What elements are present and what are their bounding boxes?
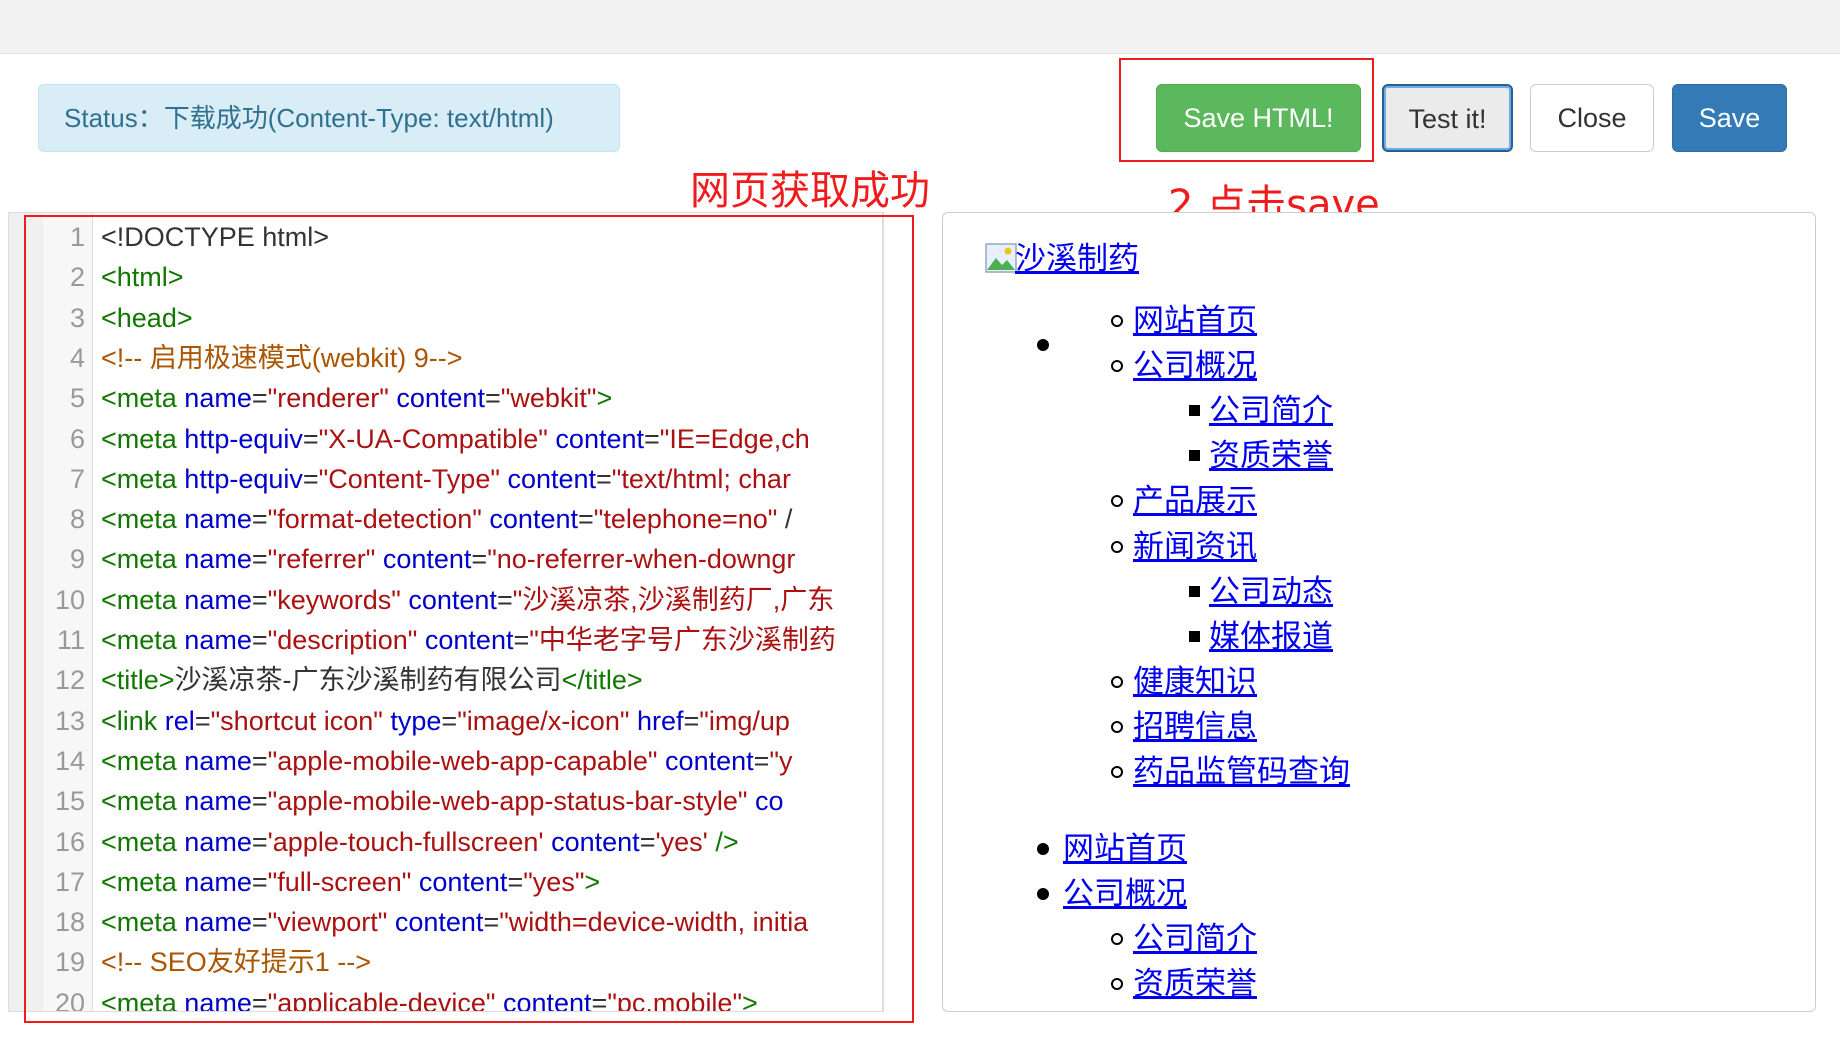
html-preview-panel: 沙溪制药 网站首页 公司概况 公司简介 资质荣誉 产品展示 新闻资讯 公司动态 媒体报道 健康知… <box>942 212 1816 1012</box>
annotation-box-save-html <box>1119 58 1374 162</box>
preview-nav-link[interactable]: 招聘信息 <box>1133 707 1257 747</box>
preview-nav-link[interactable]: 公司概况 <box>1133 346 1257 386</box>
bullet-circle <box>1111 495 1123 508</box>
bullet-square <box>1189 630 1200 642</box>
test-it-button[interactable]: Test it! <box>1382 84 1513 152</box>
preview-nav-link[interactable]: 健康知识 <box>1133 662 1257 702</box>
bullet-disc <box>1037 887 1049 900</box>
bullet-disc <box>1037 339 1049 351</box>
bullet-circle <box>1111 932 1123 945</box>
bullet-square <box>1189 405 1200 417</box>
bullet-square <box>1189 585 1200 597</box>
bullet-circle <box>1111 977 1123 990</box>
preview-nav-link[interactable]: 媒体报道 <box>1209 617 1333 657</box>
preview-nav-link[interactable]: 公司动态 <box>1209 572 1333 612</box>
bullet-square <box>1189 450 1200 462</box>
bullet-circle <box>1111 540 1123 553</box>
preview-nav-link[interactable]: 网站首页 <box>1063 829 1187 869</box>
save-button[interactable]: Save <box>1672 84 1787 152</box>
logo-link[interactable]: 沙溪制药 <box>1015 239 1139 279</box>
preview-nav-link[interactable]: 药品监管码查询 <box>1133 752 1350 792</box>
close-button[interactable]: Close <box>1530 84 1654 152</box>
bullet-disc <box>1037 842 1049 855</box>
broken-image-icon <box>985 243 1017 273</box>
bullet-circle <box>1111 360 1123 373</box>
bullet-circle <box>1111 720 1123 733</box>
preview-nav-link[interactable]: 资质荣誉 <box>1209 436 1333 476</box>
preview-nav-link[interactable]: 公司简介 <box>1133 919 1257 959</box>
preview-nav-link[interactable]: 公司概况 <box>1063 874 1187 914</box>
bullet-circle <box>1111 315 1123 327</box>
annotation-box-editor <box>24 215 914 1023</box>
annotation-fetch-success: 网页获取成功 <box>690 168 930 214</box>
preview-nav-link[interactable]: 公司简介 <box>1209 391 1333 431</box>
preview-nav-link[interactable]: 资质荣誉 <box>1133 964 1257 1004</box>
bullet-circle <box>1111 766 1123 778</box>
preview-nav-link[interactable]: 新闻资讯 <box>1133 527 1257 567</box>
preview-nav-link[interactable]: 网站首页 <box>1133 301 1257 341</box>
top-bar <box>0 0 1840 54</box>
status-alert: Status：下载成功(Content-Type: text/html) <box>38 84 620 152</box>
preview-nav-link[interactable]: 产品展示 <box>1133 481 1257 521</box>
bullet-circle <box>1111 675 1123 688</box>
